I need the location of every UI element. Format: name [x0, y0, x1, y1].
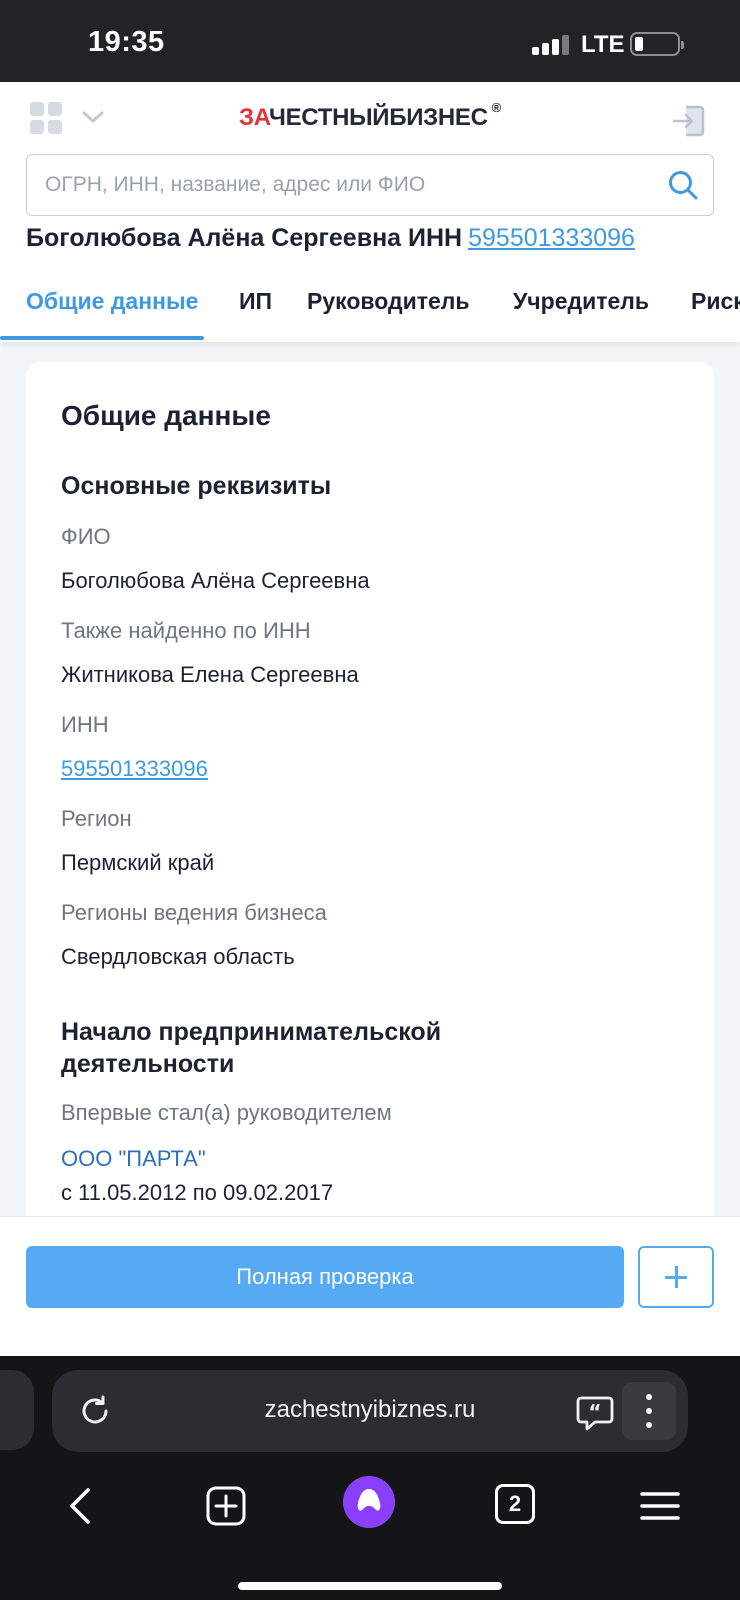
page-title: Боголюбова Алёна Сергеевна ИНН 5955013330…: [26, 224, 635, 253]
back-icon[interactable]: [58, 1482, 106, 1530]
section-business-start-line1: Начало предпринимательской: [61, 1018, 442, 1046]
section-business-start-line2: деятельности: [61, 1050, 235, 1078]
field-label-region: Регион: [61, 806, 132, 831]
action-bar: Полная проверка: [0, 1216, 740, 1356]
field-value-fio: Боголюбова Алёна Сергеевна: [61, 568, 370, 593]
field-label-business-regions: Регионы ведения бизнеса: [61, 900, 327, 925]
search-box: [26, 154, 714, 216]
more-menu-button[interactable]: [622, 1382, 676, 1440]
tab-general[interactable]: Общие данные: [26, 288, 198, 315]
login-icon[interactable]: [672, 104, 708, 138]
home-indicator: [238, 1582, 502, 1590]
logo-text: ЧЕСТНЫЙБИЗНЕС: [269, 104, 488, 131]
tab-founder[interactable]: Учредитель: [513, 288, 649, 315]
field-label-inn: ИНН: [61, 712, 109, 737]
site-logo[interactable]: ЗАЧЕСТНЫЙБИЗНЕС ®: [0, 100, 740, 132]
logo-registered-mark: ®: [491, 100, 502, 115]
director-period: с 11.05.2012 по 09.02.2017: [61, 1180, 334, 1205]
add-button[interactable]: [638, 1246, 714, 1308]
side-tab-handle[interactable]: [0, 1370, 34, 1450]
site-header: ЗАЧЕСТНЫЙБИЗНЕС® Боголюбова Алёна Сергее…: [0, 82, 740, 342]
tabs-count-button[interactable]: 2: [495, 1484, 535, 1524]
signal-icon: [532, 35, 572, 55]
field-label-first-director: Впервые стал(а) руководителем: [61, 1100, 392, 1125]
alice-assistant-icon[interactable]: [343, 1476, 395, 1528]
address-bar[interactable]: zachestnyibiznes.ru “: [52, 1370, 688, 1452]
full-check-button[interactable]: Полная проверка: [26, 1246, 624, 1308]
general-data-card: Общие данные Основные реквизиты ФИО Бого…: [26, 362, 714, 1242]
search-icon[interactable]: [667, 169, 699, 201]
card-title: Общие данные: [61, 400, 271, 431]
section-business-start: Начало предпринимательской деятельности: [61, 1016, 441, 1080]
browser-nav-row: 2: [0, 1468, 740, 1544]
search-input[interactable]: [45, 155, 645, 215]
field-value-region: Пермский край: [61, 850, 215, 875]
menu-icon[interactable]: [636, 1482, 684, 1530]
field-value-also-found: Житникова Елена Сергеевна: [61, 662, 359, 687]
field-value-inn-link[interactable]: 595501333096: [61, 756, 208, 782]
battery-icon: [630, 32, 684, 56]
section-main-details: Основные реквизиты: [61, 472, 332, 500]
svg-text:“: “: [588, 1400, 601, 1424]
field-label-fio: ФИО: [61, 524, 111, 549]
inn-link[interactable]: 595501333096: [468, 224, 635, 252]
network-type: LTE: [581, 31, 625, 58]
tab-risks[interactable]: Риск: [691, 288, 740, 315]
quote-icon[interactable]: “: [575, 1392, 615, 1432]
person-name: Боголюбова Алёна Сергеевна ИНН: [26, 224, 463, 252]
company-link[interactable]: ООО "ПАРТА": [61, 1146, 206, 1172]
field-label-also-found: Также найденно по ИНН: [61, 618, 311, 643]
tab-bar: Общие данные ИП Руководитель Учредитель …: [0, 276, 740, 342]
active-tab-indicator: [0, 336, 204, 340]
logo-accent: ЗА: [239, 104, 269, 131]
tab-director[interactable]: Руководитель: [307, 288, 470, 315]
browser-toolbar: zachestnyibiznes.ru “ 2: [0, 1356, 740, 1600]
field-value-business-regions: Свердловская область: [61, 944, 295, 969]
new-tab-icon[interactable]: [202, 1482, 250, 1530]
status-bar: 19:35 LTE: [0, 0, 740, 82]
tab-ip[interactable]: ИП: [239, 288, 272, 315]
status-time: 19:35: [88, 26, 165, 58]
